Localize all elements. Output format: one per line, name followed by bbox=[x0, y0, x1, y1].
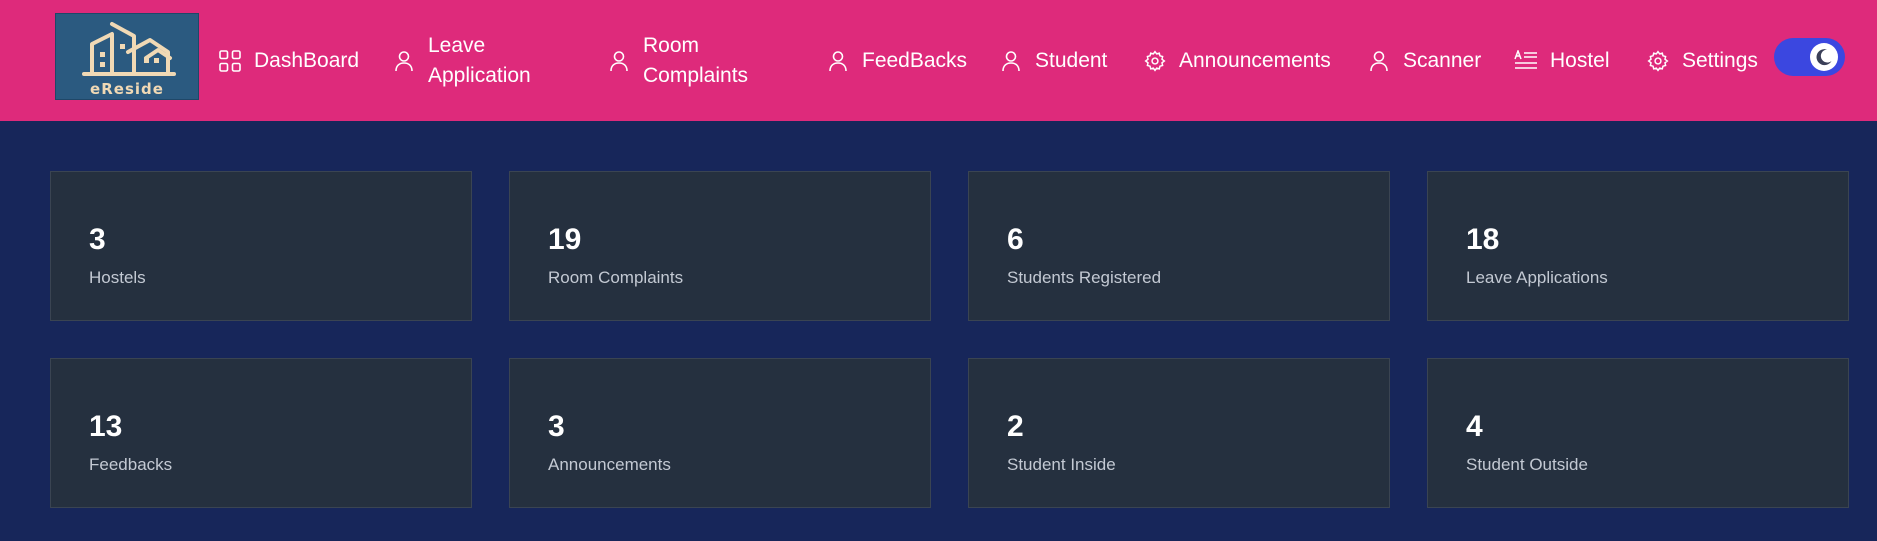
stat-label: Leave Applications bbox=[1466, 268, 1608, 287]
stat-card-students-registered[interactable]: 6 Students Registered bbox=[968, 171, 1390, 321]
stat-label: Hostels bbox=[89, 268, 146, 287]
nav-announcements[interactable]: Announcements bbox=[1143, 0, 1331, 121]
brand-logo[interactable]: eReside bbox=[55, 13, 199, 100]
toggle-knob bbox=[1810, 43, 1838, 71]
nav-student-label: Student bbox=[1035, 48, 1108, 72]
stat-value: 13 bbox=[89, 410, 123, 443]
nav-dashboard[interactable]: DashBoard bbox=[218, 0, 359, 121]
moon-icon bbox=[1816, 49, 1832, 66]
user-icon bbox=[1367, 49, 1391, 73]
stat-value: 3 bbox=[548, 410, 565, 443]
nav-room-complaints-label: Room Complaints bbox=[643, 33, 749, 87]
grid-icon bbox=[218, 49, 242, 73]
user-icon bbox=[607, 49, 631, 73]
nav-dashboard-label: DashBoard bbox=[254, 48, 360, 72]
nav-hostel-label: Hostel bbox=[1550, 48, 1610, 72]
stat-value: 2 bbox=[1007, 410, 1024, 443]
nav-feedbacks[interactable]: FeedBacks bbox=[826, 0, 967, 121]
user-icon bbox=[392, 49, 416, 73]
nav-student[interactable]: Student bbox=[999, 0, 1107, 121]
user-icon bbox=[999, 49, 1023, 73]
stat-card-room-complaints[interactable]: 19 Room Complaints bbox=[509, 171, 931, 321]
stat-value: 19 bbox=[548, 223, 582, 256]
nav-scanner-label: Scanner bbox=[1403, 48, 1482, 72]
building-logo-icon bbox=[82, 22, 176, 76]
top-navbar: eReside DashBoard Leave Application Room… bbox=[0, 0, 1877, 121]
stat-card-student-outside[interactable]: 4 Student Outside bbox=[1427, 358, 1849, 508]
stat-card-hostels[interactable]: 3 Hostels bbox=[50, 171, 472, 321]
stat-label: Student Outside bbox=[1466, 455, 1588, 474]
nav-hostel[interactable]: Hostel bbox=[1514, 0, 1610, 121]
nav-scanner[interactable]: Scanner bbox=[1367, 0, 1481, 121]
nav-leave-application-label: Leave Application bbox=[428, 33, 531, 87]
nav-leave-application[interactable]: Leave Application bbox=[392, 0, 531, 121]
user-icon bbox=[826, 49, 850, 73]
stat-card-student-inside[interactable]: 2 Student Inside bbox=[968, 358, 1390, 508]
text-lines-icon bbox=[1514, 49, 1538, 73]
theme-toggle[interactable] bbox=[1774, 38, 1845, 76]
stat-card-announcements[interactable]: 3 Announcements bbox=[509, 358, 931, 508]
stat-card-feedbacks[interactable]: 13 Feedbacks bbox=[50, 358, 472, 508]
gear-icon bbox=[1143, 49, 1167, 73]
gear-icon bbox=[1646, 49, 1670, 73]
logo-text: eReside bbox=[90, 80, 164, 98]
nav-room-complaints[interactable]: Room Complaints bbox=[607, 0, 748, 121]
nav-feedbacks-label: FeedBacks bbox=[862, 48, 968, 72]
nav-settings-label: Settings bbox=[1682, 48, 1758, 72]
nav-announcements-label: Announcements bbox=[1179, 48, 1331, 72]
stat-value: 6 bbox=[1007, 223, 1024, 256]
stat-label: Student Inside bbox=[1007, 455, 1116, 474]
stat-label: Room Complaints bbox=[548, 268, 684, 287]
stat-card-leave-applications[interactable]: 18 Leave Applications bbox=[1427, 171, 1849, 321]
nav-settings[interactable]: Settings bbox=[1646, 0, 1758, 121]
stat-value: 4 bbox=[1466, 410, 1483, 443]
stat-label: Announcements bbox=[548, 455, 671, 474]
stat-label: Students Registered bbox=[1007, 268, 1162, 287]
stat-label: Feedbacks bbox=[89, 455, 173, 474]
stat-value: 3 bbox=[89, 223, 106, 256]
stat-value: 18 bbox=[1466, 223, 1500, 256]
